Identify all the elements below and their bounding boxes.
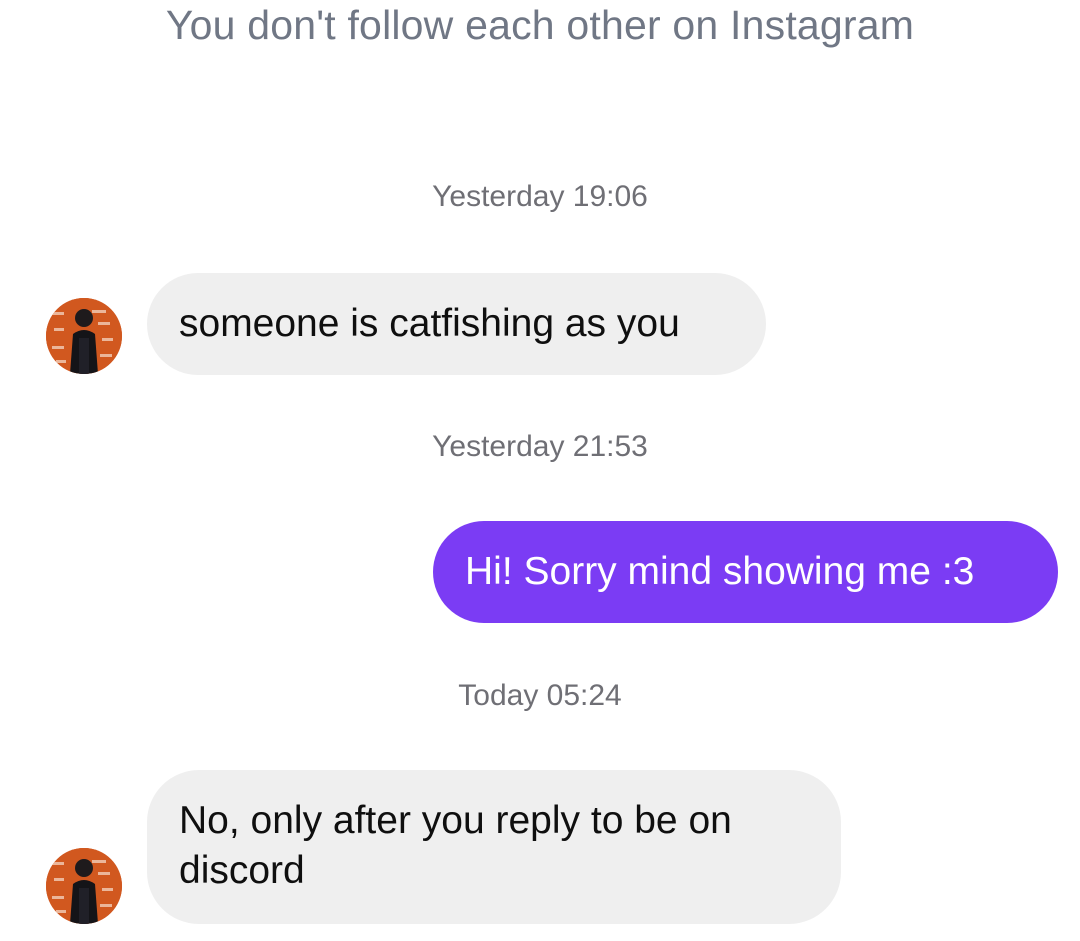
message-timestamp: Yesterday 21:53 xyxy=(432,430,648,463)
sender-avatar[interactable] xyxy=(46,298,122,374)
avatar-photo-icon xyxy=(46,298,122,374)
incoming-message-bubble[interactable]: someone is catfishing as you xyxy=(147,273,766,375)
message-timestamp: Today 05:24 xyxy=(458,679,622,712)
follow-status-notice: You don't follow each other on Instagram xyxy=(165,2,915,48)
message-timestamp: Yesterday 19:06 xyxy=(432,180,648,213)
outgoing-message-bubble[interactable]: Hi! Sorry mind showing me :3 xyxy=(433,521,1058,623)
avatar-photo-icon xyxy=(46,848,122,924)
sender-avatar[interactable] xyxy=(46,848,122,924)
incoming-message-bubble[interactable]: No, only after you reply to be on discor… xyxy=(147,770,841,924)
